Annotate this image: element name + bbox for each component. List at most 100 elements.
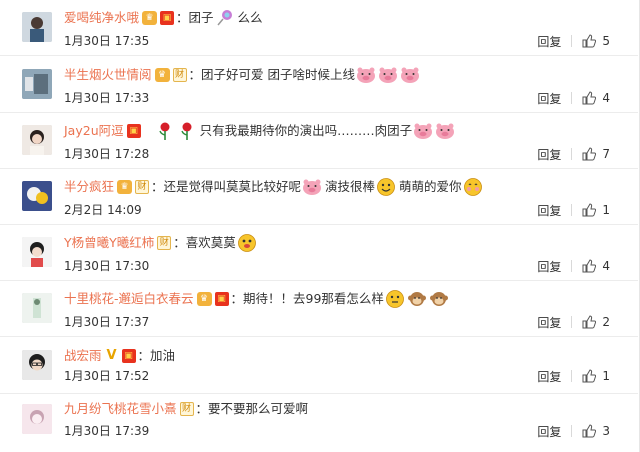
like-count: 1	[602, 203, 610, 217]
username[interactable]: Jay2u阿逗	[64, 121, 124, 141]
level-badge[interactable]: ♛	[196, 292, 212, 306]
thumbs-up-icon	[582, 203, 597, 217]
like-button[interactable]: 2	[582, 315, 610, 329]
comment-text: ：团子好可爱 团子啥时候上线	[188, 67, 355, 82]
comment-text: ：加油	[137, 348, 176, 363]
wealth-badge[interactable]: 财	[157, 236, 172, 250]
comment-text: 只有我最期待你的演出吗………肉团子	[199, 123, 413, 138]
like-count: 2	[602, 315, 610, 329]
comment-item: 爱喝纯净水哦 ♛ ▣ ：团子 么么 1月30日 17:35 回复 5	[0, 0, 638, 56]
comment-text: ：团子	[176, 10, 214, 25]
username[interactable]: 十里桃花-邂逅白衣春云	[64, 289, 194, 309]
reply-button[interactable]: 回复	[537, 146, 561, 163]
comment-text-2: 么么	[237, 10, 263, 25]
username[interactable]: 战宏雨	[64, 346, 102, 366]
avatar[interactable]	[22, 12, 52, 42]
wealth-badge[interactable]: 财	[172, 68, 187, 82]
avatar[interactable]	[22, 293, 52, 323]
comment-time: 1月30日 17:35	[64, 34, 150, 48]
comment-item: Y杨曾曦Y曦红柿 财 ：喜欢莫莫 1月30日 17:30 回复 4	[0, 225, 638, 281]
comment-time: 2月2日 14:09	[64, 203, 142, 217]
vip-badge[interactable]: ▣	[121, 349, 136, 363]
smile-emoji	[376, 177, 396, 197]
smile-emoji	[237, 233, 257, 253]
like-button[interactable]: 1	[582, 369, 610, 383]
comment-text: ：还是觉得叫莫莫比较好呢	[151, 179, 302, 194]
level-badge[interactable]: ♛	[154, 68, 170, 82]
vip-badge[interactable]: ▣	[160, 11, 175, 25]
divider	[571, 204, 573, 216]
pig-face-emoji	[413, 121, 433, 141]
divider	[571, 148, 573, 160]
rose-emoji	[155, 121, 175, 141]
avatar[interactable]	[22, 350, 52, 380]
username[interactable]: 半生烟火世情阅	[64, 65, 152, 85]
like-button[interactable]: 5	[582, 34, 610, 48]
vip-badge[interactable]: ▣	[214, 292, 229, 306]
comment-text-2: 演技很棒	[325, 179, 376, 194]
thumbs-up-icon	[582, 369, 597, 383]
reply-button[interactable]: 回复	[537, 423, 561, 440]
comment-time: 1月30日 17:52	[64, 369, 150, 383]
monkey-emoji	[407, 289, 427, 309]
reply-button[interactable]: 回复	[537, 90, 561, 107]
like-button[interactable]: 3	[582, 424, 610, 438]
like-button[interactable]: 7	[582, 147, 610, 161]
reply-button[interactable]: 回复	[537, 314, 561, 331]
username[interactable]: 九月纷飞桃花雪小熹	[64, 399, 177, 419]
comment-time: 1月30日 17:37	[64, 315, 150, 329]
comment-time: 1月30日 17:28	[64, 147, 150, 161]
username[interactable]: Y杨曾曦Y曦红柿	[64, 233, 154, 253]
comment-item: Jay2u阿逗 ▣ 只有我最期待你的演出吗………肉团子 1月30日 17:28 …	[0, 113, 638, 169]
comment-item: 半生烟火世情阅 ♛ 财 ：团子好可爱 团子啥时候上线 1月30日 17:33 回…	[0, 57, 638, 113]
comment-text: ：期待！！去99那看怎么样	[230, 291, 384, 306]
thumbs-up-icon	[582, 424, 597, 438]
avatar[interactable]	[22, 125, 52, 155]
avatar[interactable]	[22, 404, 52, 434]
divider	[571, 316, 573, 328]
pig-face-emoji	[356, 65, 376, 85]
comment-time: 1月30日 17:30	[64, 259, 150, 273]
pig-face-emoji	[302, 177, 322, 197]
reply-button[interactable]: 回复	[537, 33, 561, 50]
smile-emoji	[463, 177, 483, 197]
reply-button[interactable]: 回复	[537, 202, 561, 219]
level-badge[interactable]: ♛	[117, 180, 133, 194]
like-button[interactable]: 1	[582, 203, 610, 217]
vip-badge[interactable]: ▣	[126, 124, 141, 138]
pig-face-emoji	[378, 65, 398, 85]
like-button[interactable]: 4	[582, 91, 610, 105]
like-count: 5	[602, 34, 610, 48]
username[interactable]: 半分疯狂	[64, 177, 114, 197]
like-count: 1	[602, 369, 610, 383]
comment-text: ：喜欢莫莫	[173, 235, 236, 250]
like-count: 7	[602, 147, 610, 161]
level-badge[interactable]: ♛	[142, 11, 158, 25]
avatar[interactable]	[22, 181, 52, 211]
like-button[interactable]: 4	[582, 259, 610, 273]
comment-time: 1月30日 17:33	[64, 91, 150, 105]
wealth-badge[interactable]: 财	[179, 402, 194, 416]
comment-time: 1月30日 17:39	[64, 424, 150, 438]
verified-badge[interactable]: V	[105, 349, 119, 363]
rose-emoji	[177, 121, 197, 141]
avatar[interactable]	[22, 69, 52, 99]
comment-item: 九月纷飞桃花雪小熹 财 ：要不要那么可爱啊 1月30日 17:39 回复 3	[0, 394, 638, 450]
like-count: 4	[602, 91, 610, 105]
like-count: 3	[602, 424, 610, 438]
thumbs-up-icon	[582, 34, 597, 48]
reply-button[interactable]: 回复	[537, 368, 561, 385]
wealth-badge[interactable]: 财	[135, 180, 150, 194]
pig-face-emoji	[435, 121, 455, 141]
thumbs-up-icon	[582, 315, 597, 329]
divider	[571, 370, 573, 382]
comment-item: 十里桃花-邂逅白衣春云 ♛ ▣ ：期待！！去99那看怎么样 1月30日 17:3…	[0, 281, 638, 337]
avatar[interactable]	[22, 237, 52, 267]
reply-button[interactable]: 回复	[537, 258, 561, 275]
divider	[571, 260, 573, 272]
divider	[571, 425, 573, 437]
comment-text-3: 萌萌的爱你	[399, 179, 462, 194]
smile-emoji	[385, 289, 405, 309]
divider	[571, 35, 573, 47]
username[interactable]: 爱喝纯净水哦	[64, 8, 139, 28]
